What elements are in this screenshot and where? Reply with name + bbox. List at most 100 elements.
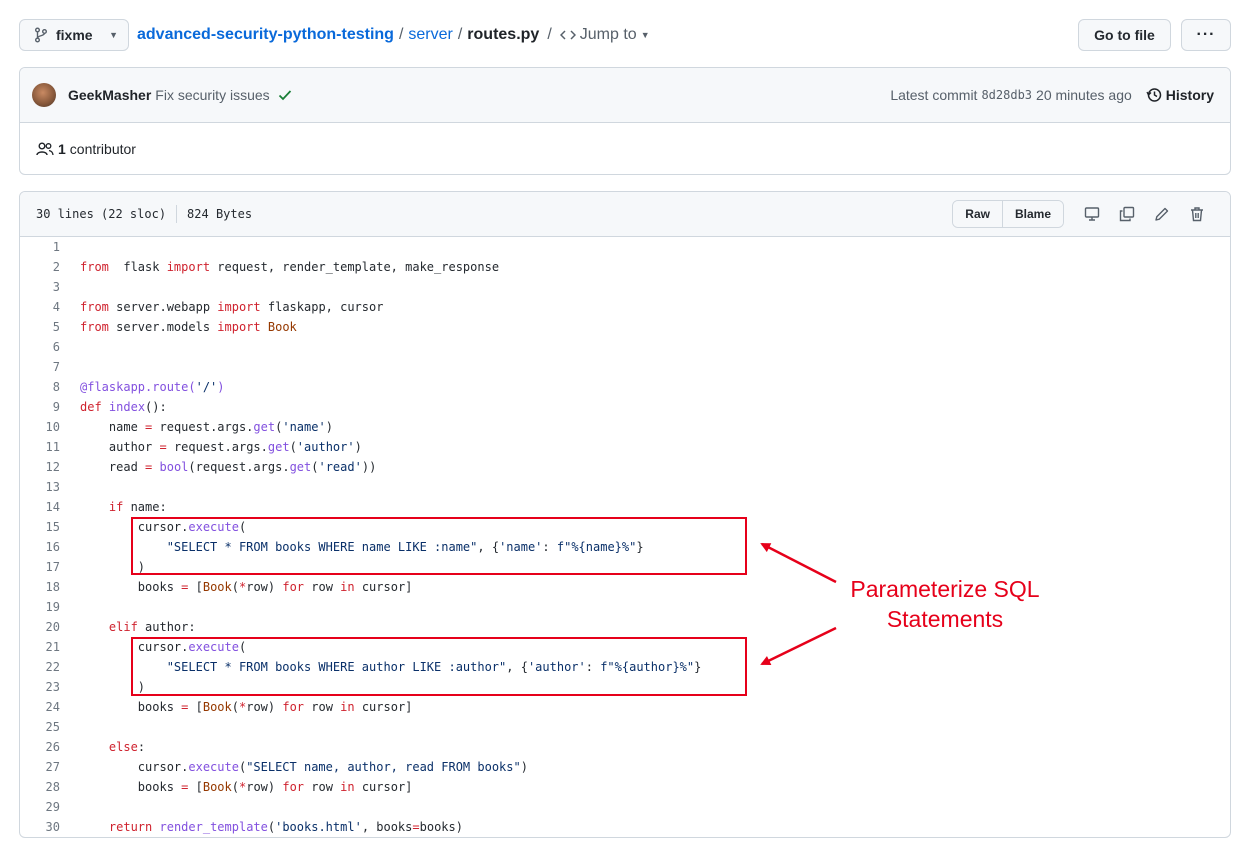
line-number[interactable]: 18: [20, 580, 60, 594]
breadcrumb-repo-link[interactable]: advanced-security-python-testing: [137, 26, 394, 44]
commit-author[interactable]: GeekMasher: [68, 87, 151, 103]
line-number[interactable]: 13: [20, 480, 60, 494]
code-line[interactable]: 4 from server.webapp import flaskapp, cur…: [20, 297, 1230, 317]
blame-button[interactable]: Blame: [1001, 201, 1063, 227]
breadcrumb-separator: /: [398, 26, 404, 43]
highlight-box-1: [131, 517, 747, 575]
line-content: books = [Book(*row) for row in cursor]: [60, 580, 413, 594]
line-number[interactable]: 22: [20, 660, 60, 674]
go-to-file-button[interactable]: Go to file: [1078, 19, 1171, 51]
line-number[interactable]: 17: [20, 560, 60, 574]
line-number[interactable]: 20: [20, 620, 60, 634]
line-number[interactable]: 25: [20, 720, 60, 734]
line-number[interactable]: 14: [20, 500, 60, 514]
code-line[interactable]: 6: [20, 337, 1230, 357]
line-content: @flaskapp.route('/'): [60, 380, 225, 394]
code-token: import: [166, 260, 211, 274]
edit-button[interactable]: [1144, 200, 1179, 228]
line-number[interactable]: 2: [20, 260, 60, 274]
code-line[interactable]: 8 @flaskapp.route('/'): [20, 377, 1230, 397]
commit-message[interactable]: Fix security issues: [155, 87, 269, 103]
line-number[interactable]: 29: [20, 800, 60, 814]
line-number[interactable]: 19: [20, 600, 60, 614]
annotation-line-2: Statements: [886, 606, 1004, 632]
copy-button[interactable]: [1109, 200, 1144, 228]
code-token: Book: [202, 580, 232, 594]
history-label: History: [1165, 87, 1214, 103]
code-token: elif: [108, 620, 138, 634]
check-icon[interactable]: [278, 89, 292, 101]
code-line[interactable]: 14 if name:: [20, 497, 1230, 517]
line-number[interactable]: 1: [20, 240, 60, 254]
desktop-button[interactable]: [1074, 200, 1109, 228]
line-number[interactable]: 8: [20, 380, 60, 394]
breadcrumb-dir-link[interactable]: server: [408, 26, 452, 44]
avatar[interactable]: [32, 83, 56, 107]
annotation-label: Parameterize SQL Statements: [834, 574, 1056, 634]
code-line[interactable]: 11 author = request.args.get('author'): [20, 437, 1230, 457]
code-line[interactable]: 30 return render_template('books.html', …: [20, 817, 1230, 837]
raw-button[interactable]: Raw: [953, 201, 1002, 227]
code-token: cursor]: [354, 780, 413, 794]
code-line[interactable]: 3: [20, 277, 1230, 297]
contributors-row[interactable]: 1 contributor: [20, 123, 1230, 174]
branch-selector[interactable]: fixme ▼: [19, 19, 129, 51]
line-number[interactable]: 12: [20, 460, 60, 474]
line-number[interactable]: 24: [20, 700, 60, 714]
line-number[interactable]: 3: [20, 280, 60, 294]
code-line[interactable]: 10 name = request.args.get('name'): [20, 417, 1230, 437]
line-number[interactable]: 7: [20, 360, 60, 374]
line-number[interactable]: 10: [20, 420, 60, 434]
annotation-line-1: Parameterize SQL: [850, 576, 1040, 602]
code-token: 'author': [296, 440, 355, 454]
code-line[interactable]: 13: [20, 477, 1230, 497]
code-token: 'read': [318, 460, 362, 474]
line-number[interactable]: 16: [20, 540, 60, 554]
jump-to-button[interactable]: Jump to ▼: [559, 26, 650, 44]
chevron-down-icon: ▼: [109, 30, 118, 40]
line-number[interactable]: 4: [20, 300, 60, 314]
code-line[interactable]: 27 cursor.execute("SELECT name, author, …: [20, 757, 1230, 777]
line-content: return render_template('books.html', boo…: [60, 820, 463, 834]
code-line[interactable]: 5 from server.models import Book: [20, 317, 1230, 337]
line-number[interactable]: 27: [20, 760, 60, 774]
git-branch-icon: [35, 27, 47, 43]
line-content: from server.webapp import flaskapp, curs…: [60, 300, 383, 314]
code-line[interactable]: 7: [20, 357, 1230, 377]
delete-button[interactable]: [1179, 200, 1214, 228]
line-number[interactable]: 9: [20, 400, 60, 414]
line-number[interactable]: 6: [20, 340, 60, 354]
line-number[interactable]: 15: [20, 520, 60, 534]
code-line[interactable]: 26 else:: [20, 737, 1230, 757]
line-number[interactable]: 5: [20, 320, 60, 334]
code-line[interactable]: 29: [20, 797, 1230, 817]
line-number[interactable]: 23: [20, 680, 60, 694]
branch-name: fixme: [56, 27, 93, 43]
code-line[interactable]: 12 read = bool(request.args.get('read')): [20, 457, 1230, 477]
code-token: request, render_template, make_response: [210, 260, 500, 274]
code-line[interactable]: 28 books = [Book(*row) for row in cursor…: [20, 777, 1230, 797]
code-token: ): [325, 420, 333, 434]
code-line[interactable]: 1: [20, 237, 1230, 257]
line-number[interactable]: 21: [20, 640, 60, 654]
line-number[interactable]: 28: [20, 780, 60, 794]
line-number[interactable]: 26: [20, 740, 60, 754]
code-token: books: [80, 580, 182, 594]
code-line[interactable]: 9 def index():: [20, 397, 1230, 417]
code-token: request.args.: [166, 440, 268, 454]
commit-sha[interactable]: 8d28db3: [981, 88, 1032, 102]
code-line[interactable]: 2 from flask import request, render_templ…: [20, 257, 1230, 277]
more-options-button[interactable]: ···: [1181, 19, 1231, 51]
code-line[interactable]: 24 books = [Book(*row) for row in cursor…: [20, 697, 1230, 717]
code-token: (: [231, 580, 239, 594]
history-button[interactable]: History: [1146, 87, 1214, 103]
line-number[interactable]: 30: [20, 820, 60, 834]
code-token: ): [354, 440, 362, 454]
code-token: def: [80, 400, 102, 414]
line-number[interactable]: 11: [20, 440, 60, 454]
line-content: books = [Book(*row) for row in cursor]: [60, 780, 413, 794]
code-line[interactable]: 25: [20, 717, 1230, 737]
code-token: row: [304, 700, 341, 714]
